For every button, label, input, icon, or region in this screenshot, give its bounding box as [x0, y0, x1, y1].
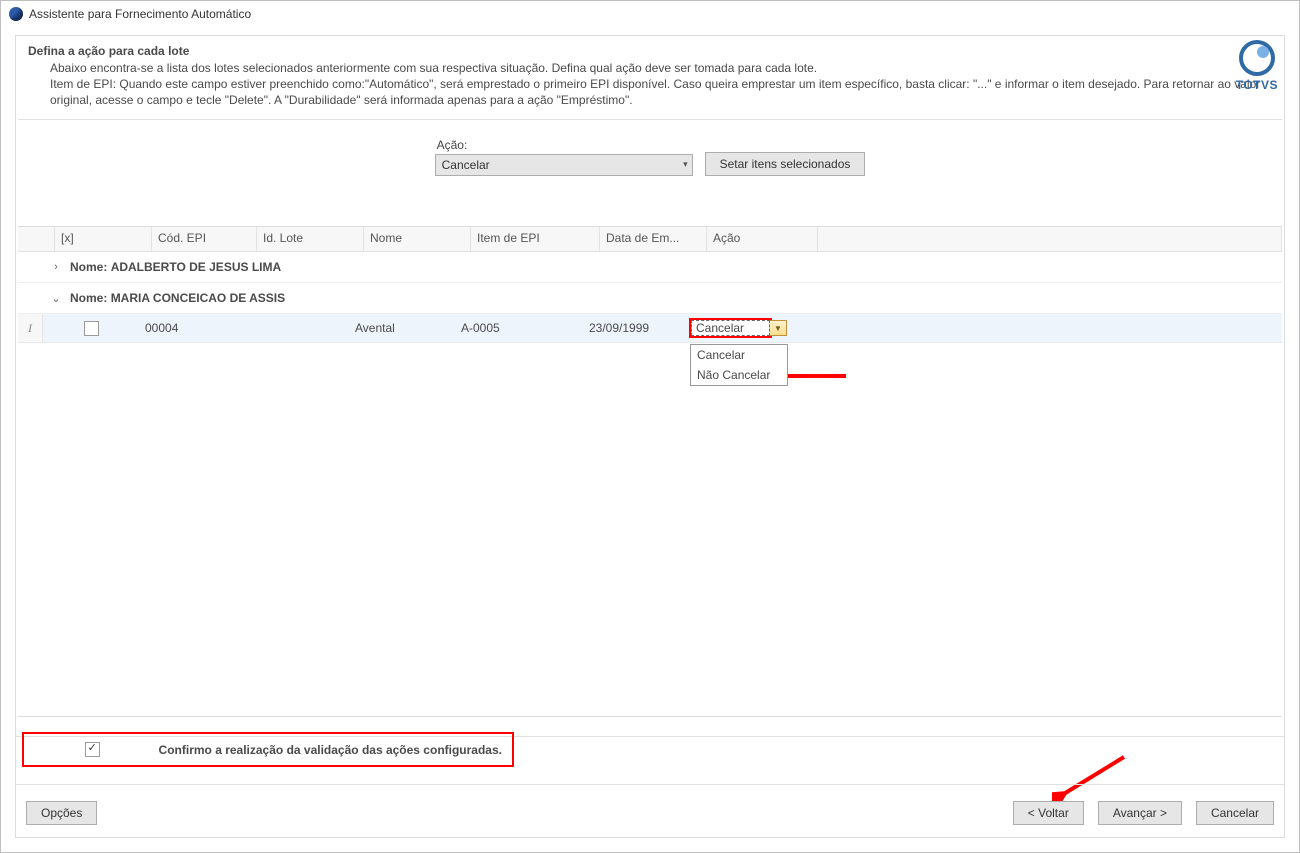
divider: [16, 784, 1284, 785]
action-label: Ação:: [435, 138, 693, 152]
annotation-arrow: [1052, 751, 1132, 801]
wizard-body: Defina a ação para cada lote Abaixo enco…: [15, 35, 1285, 838]
cell-acao-dropdown[interactable]: Cancelar Não Cancelar: [690, 344, 788, 386]
next-button[interactable]: Avançar >: [1098, 801, 1182, 825]
action-combobox[interactable]: Cancelar ▾: [435, 154, 693, 176]
dropdown-option-cancelar[interactable]: Cancelar: [691, 345, 787, 365]
page-header: Defina a ação para cada lote Abaixo enco…: [16, 36, 1284, 119]
col-data-em[interactable]: Data de Em...: [600, 227, 707, 251]
cell-data-em: 23/09/1999: [583, 314, 689, 342]
app-window: Assistente para Fornecimento Automático …: [0, 0, 1300, 853]
page-title: Defina a ação para cada lote: [28, 44, 1272, 58]
app-icon: [9, 7, 23, 21]
window-title: Assistente para Fornecimento Automático: [29, 7, 251, 21]
cell-acao-dropdown-button[interactable]: ▼: [770, 320, 787, 336]
action-combobox-value: Cancelar: [442, 158, 490, 172]
confirm-checkbox[interactable]: [85, 742, 100, 757]
footer-right: < Voltar Avançar > Cancelar: [1013, 801, 1274, 825]
brand-logo-icon: [1239, 40, 1275, 76]
cell-acao-value[interactable]: Cancelar: [691, 320, 770, 336]
cell-id-lote: [243, 314, 349, 342]
chevron-right-icon: ›: [50, 261, 62, 273]
col-rowhandle: [18, 227, 55, 251]
grid-header: [x] Cód. EPI Id. Lote Nome Item de EPI D…: [18, 227, 1282, 252]
row-handle-edit-icon: I: [18, 314, 43, 342]
window-titlebar: Assistente para Fornecimento Automático: [1, 1, 1299, 27]
footer-left: Opções: [26, 801, 97, 825]
dropdown-option-nao-cancelar[interactable]: Não Cancelar: [691, 365, 787, 385]
data-grid: [x] Cód. EPI Id. Lote Nome Item de EPI D…: [18, 226, 1282, 717]
cancel-button[interactable]: Cancelar: [1196, 801, 1274, 825]
page-description: Abaixo encontra-se a lista dos lotes sel…: [28, 60, 1272, 109]
col-id-lote[interactable]: Id. Lote: [257, 227, 364, 251]
cell-check[interactable]: [43, 314, 139, 342]
confirm-label: Confirmo a realização da validação das a…: [159, 743, 502, 757]
col-cod-epi[interactable]: Cód. EPI: [152, 227, 257, 251]
brand-logo: TOTVS: [1236, 40, 1278, 92]
col-nome[interactable]: Nome: [364, 227, 471, 251]
confirm-checkbox-row[interactable]: Confirmo a realização da validação das a…: [22, 732, 514, 767]
cell-cod-epi: 00004: [139, 314, 243, 342]
options-button[interactable]: Opções: [26, 801, 97, 825]
cell-spacer: [789, 314, 1282, 342]
action-field-group: Ação: Cancelar ▾: [435, 138, 693, 176]
group-row[interactable]: ⌄ Nome: MARIA CONCEICAO DE ASSIS: [18, 283, 1282, 314]
group-row[interactable]: › Nome: ADALBERTO DE JESUS LIMA: [18, 252, 1282, 283]
group-label: Nome: ADALBERTO DE JESUS LIMA: [70, 260, 281, 274]
set-selected-button[interactable]: Setar itens selecionados: [705, 152, 866, 176]
chevron-down-icon: ⌄: [50, 292, 62, 305]
chevron-down-icon: ▾: [683, 159, 688, 170]
group-label: Nome: MARIA CONCEICAO DE ASSIS: [70, 291, 285, 305]
table-row[interactable]: I 00004 Avental A-0005 23/09/1999 Cancel…: [18, 314, 1282, 343]
controls-row: Ação: Cancelar ▾ Setar itens selecionado…: [16, 120, 1284, 184]
back-button[interactable]: < Voltar: [1013, 801, 1084, 825]
col-acao[interactable]: Ação: [707, 227, 818, 251]
col-spacer: [818, 227, 1282, 251]
cell-acao[interactable]: Cancelar ▼ Cancelar Não Cancelar: [689, 314, 789, 342]
col-item-epi[interactable]: Item de EPI: [471, 227, 600, 251]
brand-name: TOTVS: [1236, 78, 1278, 92]
cell-acao-editor[interactable]: Cancelar ▼ Cancelar Não Cancelar: [691, 320, 787, 336]
cell-nome: Avental: [349, 314, 455, 342]
cell-item-epi: A-0005: [455, 314, 583, 342]
row-checkbox[interactable]: [84, 321, 99, 336]
col-check[interactable]: [x]: [55, 227, 152, 251]
